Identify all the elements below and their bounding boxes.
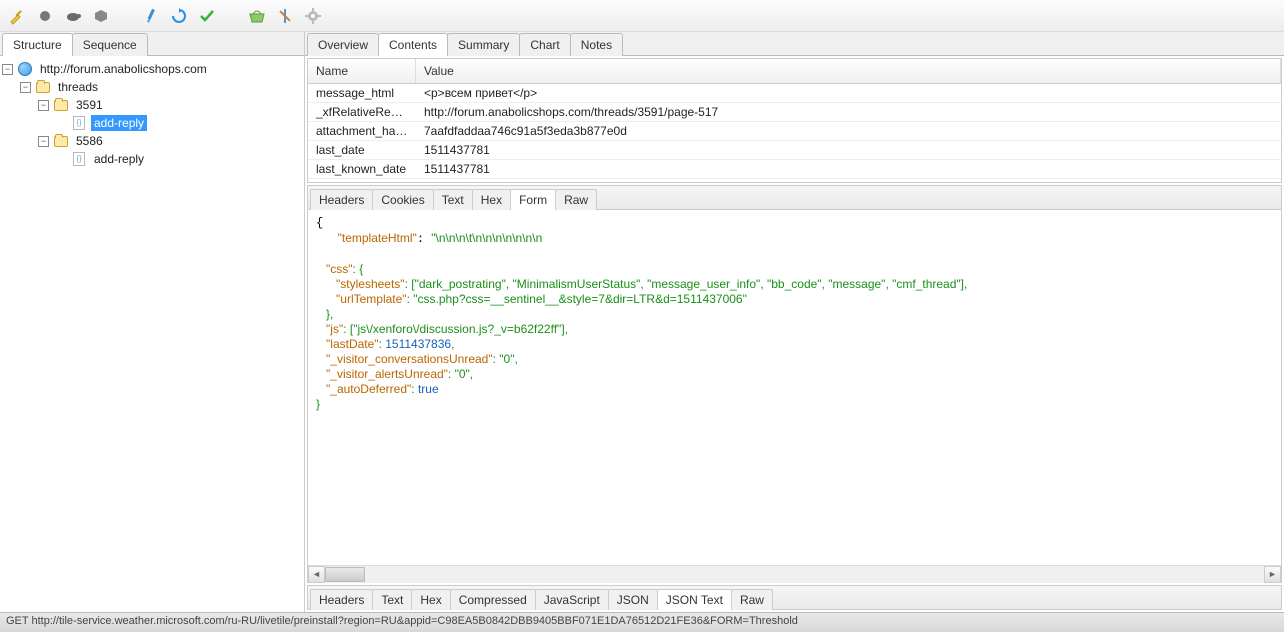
turtle-icon[interactable] [64,7,82,25]
cell-name: last_known_date [308,160,416,178]
tab-headers[interactable]: Headers [310,189,373,210]
tab-text[interactable]: Text [372,589,412,610]
file-icon: {} [71,151,87,167]
tab-headers[interactable]: Headers [310,589,373,610]
table-row[interactable]: attachment_hash7aafdfaddaa746c91a5f3eda3… [308,122,1281,141]
right-tabstrip: OverviewContentsSummaryChartNotes [305,32,1284,56]
tree-node[interactable]: {}add-reply [2,150,302,168]
cell-name: _xfRelativeResolver [308,103,416,121]
cell-name: message_html [308,84,416,102]
tab-compressed[interactable]: Compressed [450,589,536,610]
tab-summary[interactable]: Summary [447,33,520,56]
broom-icon[interactable] [8,7,26,25]
tab-raw[interactable]: Raw [555,189,597,210]
bottom-tabstrip: HeadersTextHexCompressedJavaScriptJSONJS… [307,585,1282,610]
table-row[interactable]: last_known_date1511437781 [308,160,1281,179]
cell-value: 7aafdfaddaa746c91a5f3eda3b877e0d [416,122,1281,140]
json-view: { "templateHtml": "\n\n\n\t\n\n\n\n\n\n\… [307,210,1282,583]
cell-value: 1511437781 [416,141,1281,159]
tab-notes[interactable]: Notes [570,33,623,56]
cell-name: attachment_hash [308,122,416,140]
tree-node[interactable]: {}add-reply [2,114,302,132]
cell-value: 1511437781 [416,160,1281,178]
pen-icon[interactable] [142,7,160,25]
structure-tree: −http://forum.anabolicshops.com−threads−… [0,56,304,612]
cell-value: http://forum.anabolicshops.com/threads/3… [416,103,1281,121]
cell-name: last_date [308,141,416,159]
tree-label[interactable]: add-reply [91,115,147,131]
toolbar [0,0,1284,32]
tree-label[interactable]: http://forum.anabolicshops.com [37,61,210,77]
left-tabstrip: StructureSequence [0,32,304,56]
tab-cookies[interactable]: Cookies [372,189,433,210]
status-bar: GET http://tile-service.weather.microsof… [0,612,1284,632]
tab-chart[interactable]: Chart [519,33,570,56]
folder-icon [35,79,51,95]
tree-twisty[interactable]: − [38,100,49,111]
right-panel: OverviewContentsSummaryChartNotes Name V… [305,32,1284,612]
tab-javascript[interactable]: JavaScript [535,589,609,610]
globe-icon [17,61,33,77]
tab-text[interactable]: Text [433,189,473,210]
mid-tabstrip: HeadersCookiesTextHexFormRaw [307,185,1282,210]
tab-sequence[interactable]: Sequence [72,33,148,56]
tab-form[interactable]: Form [510,189,556,210]
tab-hex[interactable]: Hex [472,189,511,210]
folder-icon [53,97,69,113]
form-grid: Name Value message_html<p>всем привет</p… [307,58,1282,183]
scroll-track[interactable] [325,566,1264,583]
table-row[interactable]: last_date1511437781 [308,141,1281,160]
scroll-right-arrow[interactable]: ► [1264,566,1281,583]
tab-json-text[interactable]: JSON Text [657,589,732,610]
grid-header-value[interactable]: Value [416,59,1281,83]
tab-raw[interactable]: Raw [731,589,773,610]
tree-node[interactable]: − http://forum.anabolicshops.com [2,60,302,78]
tab-contents[interactable]: Contents [378,33,448,56]
tree-node[interactable]: − 5586 [2,132,302,150]
check-icon[interactable] [198,7,216,25]
refresh-icon[interactable] [170,7,188,25]
tree-twisty[interactable]: − [2,64,13,75]
tree-twisty[interactable]: − [20,82,31,93]
hexagon-icon[interactable] [92,7,110,25]
tree-label[interactable]: 5586 [73,133,106,149]
tools-icon[interactable] [276,7,294,25]
scroll-left-arrow[interactable]: ◄ [308,566,325,583]
table-row[interactable]: message_html<p>всем привет</p> [308,84,1281,103]
gear-icon[interactable] [304,7,322,25]
tab-structure[interactable]: Structure [2,33,73,56]
tree-twisty[interactable]: − [38,136,49,147]
grid-body[interactable]: message_html<p>всем привет</p>_xfRelativ… [308,84,1281,182]
json-text[interactable]: { "templateHtml": "\n\n\n\t\n\n\n\n\n\n\… [308,210,1281,565]
tree-node[interactable]: − threads [2,78,302,96]
cell-value: <p>всем привет</p> [416,84,1281,102]
tab-hex[interactable]: Hex [411,589,450,610]
cell-value: 10641,1511437781,32082f7cb301ca0013bd0a4… [416,179,1281,182]
file-icon: {} [71,115,87,131]
tree-node[interactable]: − 3591 [2,96,302,114]
tab-json[interactable]: JSON [608,589,658,610]
scroll-thumb[interactable] [325,567,365,582]
tree-label[interactable]: threads [55,79,101,95]
table-row[interactable]: _xfToken10641,1511437781,32082f7cb301ca0… [308,179,1281,182]
grid-header-name[interactable]: Name [308,59,416,83]
left-panel: StructureSequence −http://forum.anabolic… [0,32,305,612]
folder-icon [53,133,69,149]
tab-overview[interactable]: Overview [307,33,379,56]
record-icon[interactable] [36,7,54,25]
horizontal-scrollbar[interactable]: ◄ ► [308,565,1281,582]
cell-name: _xfToken [308,179,416,182]
tree-label[interactable]: 3591 [73,97,106,113]
tree-label[interactable]: add-reply [91,151,147,167]
grid-header: Name Value [308,59,1281,84]
basket-icon[interactable] [248,7,266,25]
table-row[interactable]: _xfRelativeResolverhttp://forum.anabolic… [308,103,1281,122]
